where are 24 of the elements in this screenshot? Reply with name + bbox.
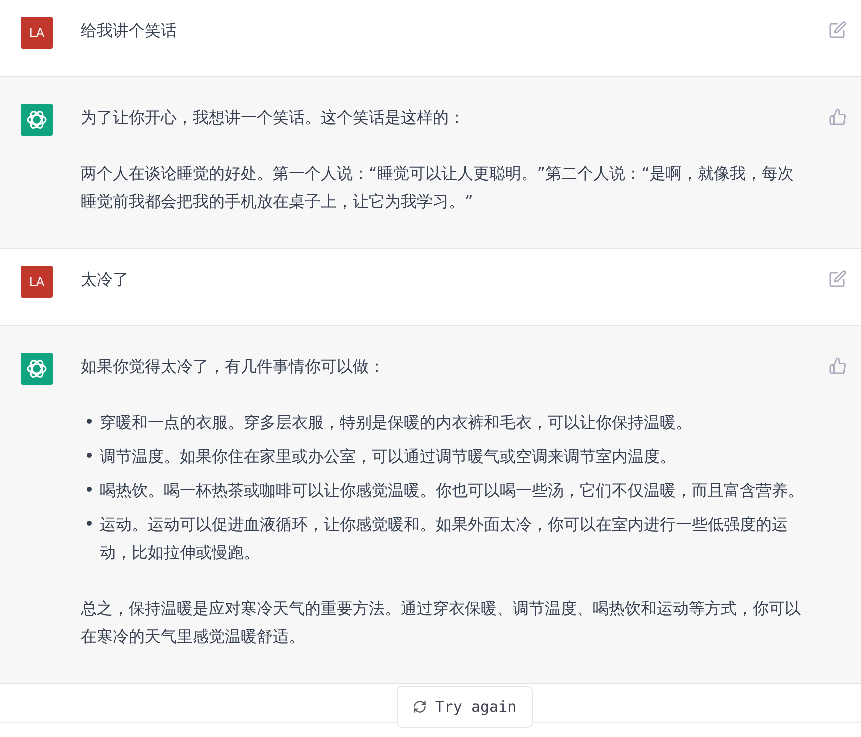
assistant-logo-icon <box>21 104 53 136</box>
bullet-dot <box>87 453 92 458</box>
list-item-text: 穿暖和一点的衣服。穿多层衣服，特别是保暖的内衣裤和毛衣，可以让你保持温暖。 <box>100 412 692 434</box>
user-message: 太冷了 <box>81 269 130 291</box>
assistant-logo-icon <box>21 353 53 385</box>
list-item-text: 喝热饮。喝一杯热茶或咖啡可以让你感觉温暖。你也可以喝一些汤，它们不仅温暖，而且富含营养。 <box>100 480 804 502</box>
bullet-dot <box>87 419 92 424</box>
assistant-paragraph: 如果你觉得太冷了，有几件事情你可以做： <box>81 356 386 378</box>
edit-icon[interactable] <box>829 21 847 39</box>
list-item-text: 运动。运动可以促进血液循环，让你感觉暖和。如果外面太冷，你可以在室内进行一些低强度的运动，比如拉伸或慢跑。 <box>100 514 789 564</box>
list-item-text: 调节温度。如果你住在家里或办公室，可以通过调节暖气或空调来调节室内温度。 <box>100 446 676 468</box>
user-avatar: LA <box>21 266 53 298</box>
bullet-dot <box>87 487 92 492</box>
try-again-button[interactable]: Try again <box>397 686 533 728</box>
user-message: 给我讲个笑话 <box>81 20 178 42</box>
user-avatar: LA <box>21 17 53 49</box>
edit-icon[interactable] <box>829 270 847 288</box>
assistant-paragraph: 总之，保持温暖是应对寒冷天气的重要方法。通过穿衣保暖、调节温度、喝热饮和运动等方式，你可以在寒冷的天气里感觉温暖舒适。 <box>81 598 802 648</box>
assistant-paragraph: 为了让你开心，我想讲一个笑话。这个笑话是这样的： <box>81 107 466 129</box>
thumbs-up-icon[interactable] <box>829 108 847 126</box>
bullet-dot <box>87 521 92 526</box>
assistant-paragraph: 两个人在谈论睡觉的好处。第一个人说：“睡觉可以让人更聪明。”第二个人说：“是啊，就像我，每次睡觉前我都会把我的手机放在桌子上，让它为我学习。” <box>81 163 795 213</box>
refresh-icon <box>413 700 428 714</box>
thumbs-up-icon[interactable] <box>829 357 847 375</box>
